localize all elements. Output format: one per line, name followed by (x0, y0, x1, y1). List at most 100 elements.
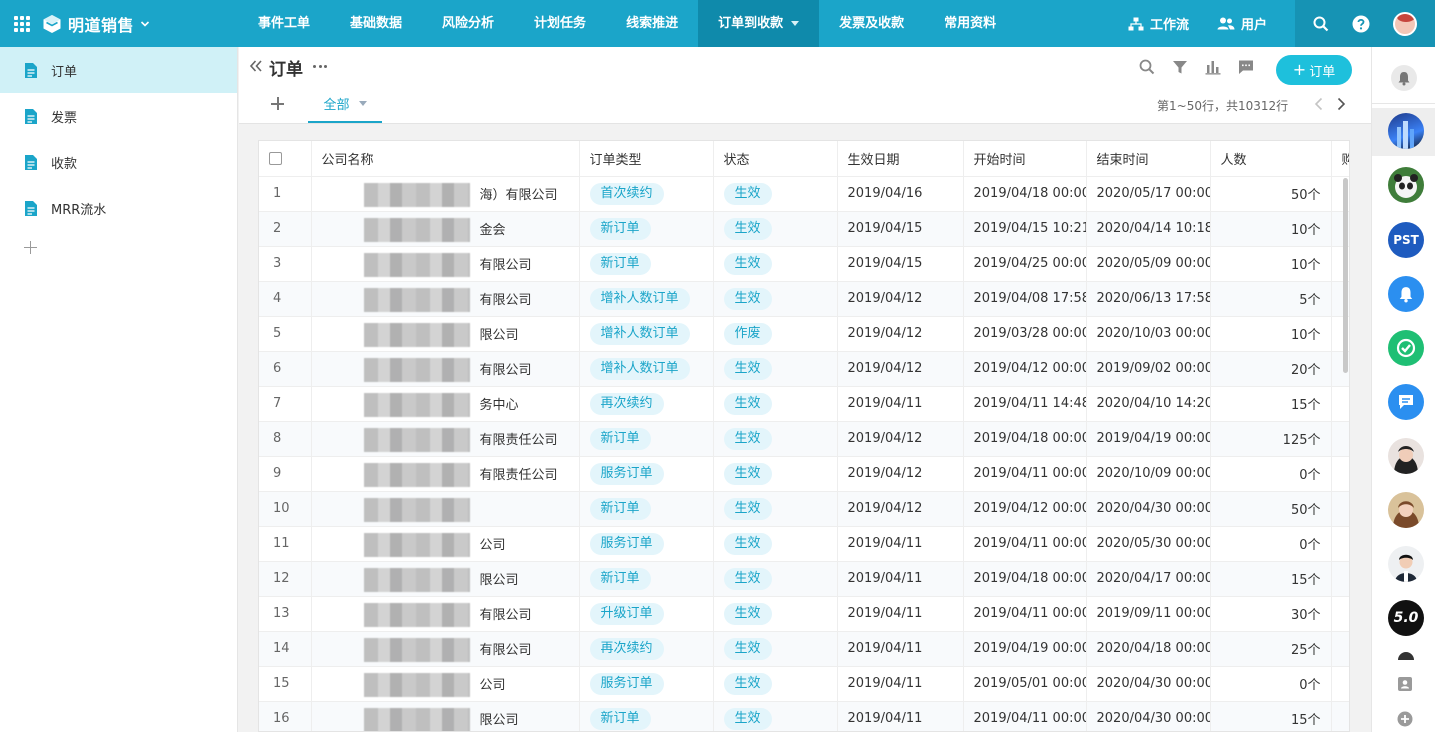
table-row[interactable]: 3 有限公司 新订单 生效 2019/04/15 2019/04/25 00:00 2020… (259, 246, 1349, 282)
nav-item-invoice-payment[interactable]: 发票及收款 (819, 0, 924, 47)
end-time-cell[interactable]: 2020/04/18 00:00 (1086, 631, 1211, 667)
status-cell[interactable]: 生效 (713, 701, 838, 731)
company-cell[interactable]: 公司 (311, 526, 580, 562)
bell-notification-icon[interactable] (1388, 276, 1424, 312)
workflow-link[interactable]: 工作流 (1128, 14, 1189, 33)
purchase-cell[interactable] (1331, 701, 1349, 731)
effective-date-cell[interactable]: 2019/04/12 (837, 491, 964, 527)
effective-date-cell[interactable]: 2019/04/15 (837, 246, 964, 282)
add-circle-icon[interactable] (1397, 711, 1413, 727)
status-cell[interactable]: 生效 (713, 666, 838, 702)
table-row[interactable]: 7 务中心 再次续约 生效 2019/04/11 2019/04/11 14:48 2020… (259, 386, 1349, 422)
end-time-cell[interactable]: 2020/04/10 14:20 (1086, 386, 1211, 422)
effective-date-cell[interactable]: 2019/04/12 (837, 316, 964, 352)
status-cell[interactable]: 生效 (713, 176, 838, 212)
purchase-cell[interactable] (1331, 561, 1349, 597)
purchase-cell[interactable] (1331, 631, 1349, 667)
table-row[interactable]: 12 限公司 新订单 生效 2019/04/11 2019/04/18 00:00 2020… (259, 561, 1349, 597)
chat-avatar-man[interactable] (1388, 546, 1424, 582)
comment-icon[interactable] (1238, 59, 1254, 75)
effective-date-cell[interactable]: 2019/04/11 (837, 526, 964, 562)
apps-grid-icon[interactable] (14, 15, 30, 32)
chat-avatar-woman-1[interactable] (1388, 438, 1424, 474)
status-cell[interactable]: 生效 (713, 386, 838, 422)
contact-card-icon[interactable] (1397, 676, 1413, 692)
people-count-cell[interactable]: 30个 (1210, 596, 1332, 632)
more-icon[interactable] (313, 65, 327, 69)
company-cell[interactable] (311, 491, 580, 527)
chat-avatar-rating[interactable]: 5.0 (1388, 600, 1424, 636)
people-count-cell[interactable]: 10个 (1210, 211, 1332, 247)
start-time-cell[interactable]: 2019/04/11 00:00 (963, 456, 1087, 492)
search-icon[interactable] (1139, 59, 1155, 75)
start-time-cell[interactable]: 2019/03/28 00:00 (963, 316, 1087, 352)
end-time-cell[interactable]: 2020/06/13 17:58 (1086, 281, 1211, 317)
end-time-cell[interactable]: 2020/10/03 00:00 (1086, 316, 1211, 352)
effective-date-cell[interactable]: 2019/04/15 (837, 211, 964, 247)
nav-item-planned-tasks[interactable]: 计划任务 (514, 0, 606, 47)
start-time-cell[interactable]: 2019/04/19 00:00 (963, 631, 1087, 667)
company-cell[interactable]: 有限公司 (311, 351, 580, 387)
vertical-scrollbar[interactable] (1343, 178, 1348, 373)
people-count-cell[interactable]: 0个 (1210, 666, 1332, 702)
nav-item-basic-data[interactable]: 基础数据 (330, 0, 422, 47)
column-header-end-time[interactable]: 结束时间 (1086, 141, 1211, 177)
effective-date-cell[interactable]: 2019/04/12 (837, 351, 964, 387)
sidebar-item-orders[interactable]: 订单 (0, 47, 237, 93)
status-cell[interactable]: 生效 (713, 211, 838, 247)
purchase-cell[interactable] (1331, 491, 1349, 527)
add-sheet-icon[interactable] (24, 241, 38, 255)
chat-avatar-city[interactable] (1388, 113, 1424, 149)
effective-date-cell[interactable]: 2019/04/11 (837, 386, 964, 422)
column-header-status[interactable]: 状态 (713, 141, 838, 177)
start-time-cell[interactable]: 2019/04/12 00:00 (963, 491, 1087, 527)
purchase-cell[interactable] (1331, 666, 1349, 702)
chevron-left-icon[interactable] (1313, 97, 1325, 111)
start-time-cell[interactable]: 2019/04/12 00:00 (963, 351, 1087, 387)
purchase-cell[interactable] (1331, 386, 1349, 422)
check-circle-icon[interactable] (1388, 330, 1424, 366)
users-link[interactable]: 用户 (1217, 14, 1267, 33)
order-type-cell[interactable]: 新订单 (579, 701, 714, 731)
effective-date-cell[interactable]: 2019/04/11 (837, 631, 964, 667)
start-time-cell[interactable]: 2019/04/15 10:21 (963, 211, 1087, 247)
start-time-cell[interactable]: 2019/04/18 00:00 (963, 561, 1087, 597)
table-row[interactable]: 10 新订单 生效 2019/04/12 2019/04/12 00:00 2020/04… (259, 491, 1349, 527)
effective-date-cell[interactable]: 2019/04/12 (837, 281, 964, 317)
order-type-cell[interactable]: 新订单 (579, 491, 714, 527)
start-time-cell[interactable]: 2019/04/11 00:00 (963, 701, 1087, 731)
purchase-cell[interactable] (1331, 596, 1349, 632)
people-count-cell[interactable]: 20个 (1210, 351, 1332, 387)
caret-down-icon[interactable] (358, 100, 367, 106)
company-cell[interactable]: 有限公司 (311, 281, 580, 317)
company-cell[interactable]: 限公司 (311, 316, 580, 352)
help-icon[interactable] (1352, 15, 1370, 33)
table-row[interactable]: 9 有限责任公司 服务订单 生效 2019/04/12 2019/04/11 00:00 2… (259, 456, 1349, 492)
people-count-cell[interactable]: 0个 (1210, 456, 1332, 492)
select-all-checkbox[interactable] (269, 151, 282, 165)
company-cell[interactable]: 限公司 (311, 701, 580, 731)
column-header-effective-date[interactable]: 生效日期 (837, 141, 964, 177)
people-count-cell[interactable]: 15个 (1210, 701, 1332, 731)
order-type-cell[interactable]: 服务订单 (579, 526, 714, 562)
bell-icon[interactable] (1391, 65, 1417, 91)
effective-date-cell[interactable]: 2019/04/16 (837, 176, 964, 212)
chevron-right-icon[interactable] (1335, 97, 1347, 111)
order-type-cell[interactable]: 新订单 (579, 561, 714, 597)
end-time-cell[interactable]: 2020/04/14 10:18 (1086, 211, 1211, 247)
end-time-cell[interactable]: 2020/10/09 00:00 (1086, 456, 1211, 492)
company-cell[interactable]: 金会 (311, 211, 580, 247)
start-time-cell[interactable]: 2019/04/08 17:58 (963, 281, 1087, 317)
start-time-cell[interactable]: 2019/04/18 00:00 (963, 421, 1087, 457)
people-count-cell[interactable]: 125个 (1210, 421, 1332, 457)
end-time-cell[interactable]: 2020/05/09 00:00 (1086, 246, 1211, 282)
effective-date-cell[interactable]: 2019/04/11 (837, 596, 964, 632)
people-count-cell[interactable]: 50个 (1210, 176, 1332, 212)
end-time-cell[interactable]: 2019/04/19 00:00 (1086, 421, 1211, 457)
status-cell[interactable]: 生效 (713, 491, 838, 527)
chat-avatar-partial[interactable] (1398, 652, 1414, 660)
order-type-cell[interactable]: 新订单 (579, 421, 714, 457)
column-header-people[interactable]: 人数 (1210, 141, 1332, 177)
column-header-purchase[interactable]: 购 (1331, 141, 1349, 177)
collapse-left-icon[interactable] (249, 59, 263, 73)
